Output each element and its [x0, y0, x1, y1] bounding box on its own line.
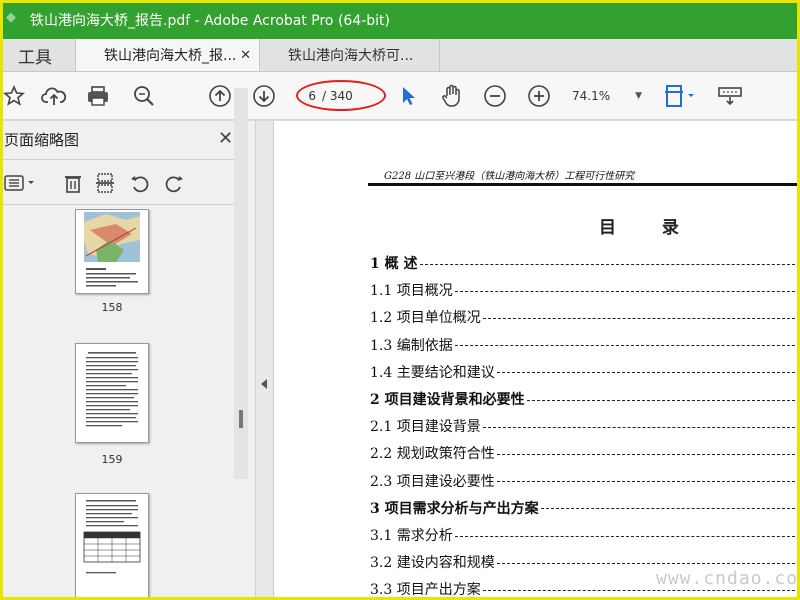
toc-entry-text: 3.1 需求分析: [370, 528, 453, 544]
thumbnail-label: 159: [101, 453, 123, 466]
toc-entry-text: 1 概 述: [370, 256, 418, 272]
document-page: G228 山口至兴港段（铁山港向海大桥）工程可行性研究 目 录 1 概 述 1.1…: [274, 121, 800, 600]
thumbnail-panel-title: 页面缩略图: [4, 131, 80, 149]
toc-entry-text: 2 项目建设背景和必要性: [370, 392, 525, 408]
rotate-right-icon[interactable]: [161, 171, 187, 195]
toc-leader-dashes: [454, 345, 800, 347]
toc-leader-dashes: [482, 589, 800, 591]
toc-entry[interactable]: 1.3 编制依据: [370, 334, 800, 356]
close-panel-icon[interactable]: ✕: [218, 128, 233, 149]
toc-entry-text: 3 项目需求分析与产出方案: [370, 500, 539, 517]
page-fit-icon[interactable]: [660, 82, 700, 110]
toc-entry-text: 1.2 项目单位概况: [370, 310, 481, 327]
tab-bar: 工具 铁山港向海大桥_报... ✕ 铁山港向海大桥可...: [0, 39, 800, 72]
insert-page-icon[interactable]: [92, 171, 118, 195]
print-icon[interactable]: [84, 82, 112, 110]
keyboard-tools-icon[interactable]: [716, 82, 744, 110]
toc-leader-dashes: [482, 426, 800, 428]
thumbnail-tools: [0, 165, 242, 201]
close-tab-icon[interactable]: ✕: [240, 48, 251, 63]
page-thumbnail-159[interactable]: [75, 343, 149, 443]
toc-entry-text: 1.4 主要结论和建议: [370, 364, 495, 381]
tab-tools-label: 工具: [18, 47, 52, 68]
toc-entry-text: 1.1 项目概况: [370, 283, 453, 300]
zoom-dropdown[interactable]: 74.1% ▼: [572, 86, 642, 106]
toc-leader-dashes: [526, 399, 800, 401]
next-page-icon[interactable]: [250, 82, 278, 110]
toc-leader-dashes: [496, 453, 800, 455]
zoom-in-icon[interactable]: [525, 82, 553, 110]
toc-entry-text: 2.1 项目建设背景: [370, 419, 481, 436]
divider: [0, 204, 242, 205]
panel-collapse-handle[interactable]: [256, 121, 274, 600]
watermark: www.cndao.com: [656, 568, 800, 589]
toc-leader-dashes: [540, 508, 800, 510]
tab-document-2[interactable]: 铁山港向海大桥可...: [260, 39, 440, 71]
toc-entry[interactable]: 2.2 规划政策符合性: [370, 442, 800, 464]
tab-document-label: 铁山港向海大桥_报...: [104, 48, 237, 64]
divider: [0, 159, 242, 160]
toc-leader-dashes: [454, 290, 800, 292]
toc-title: 目 录: [599, 218, 699, 238]
chevron-down-icon: ▼: [635, 91, 642, 101]
toolbar: 6 / 340 74.1% ▼: [0, 72, 800, 120]
zoom-value: 74.1%: [572, 89, 611, 103]
tab-document-2-label: 铁山港向海大桥可...: [288, 48, 414, 64]
page-thumbnail-158[interactable]: [75, 209, 149, 294]
hand-tool-icon[interactable]: [438, 82, 466, 110]
delete-page-icon[interactable]: [60, 171, 86, 195]
tab-document-active[interactable]: 铁山港向海大桥_报... ✕: [76, 39, 260, 71]
select-arrow-icon[interactable]: [394, 82, 422, 110]
toc-entry[interactable]: 3 项目需求分析与产出方案: [370, 497, 800, 519]
toc-entry[interactable]: 1.1 项目概况: [370, 279, 800, 301]
toc-entry[interactable]: 1.4 主要结论和建议: [370, 361, 800, 383]
toc-entry-text: 2.2 规划政策符合性: [370, 446, 495, 463]
toc-entry[interactable]: 2 项目建设背景和必要性: [370, 388, 800, 410]
toc-leader-dashes: [496, 562, 800, 564]
page-running-header: G228 山口至兴港段（铁山港向海大桥）工程可行性研究: [384, 171, 635, 182]
toc-entry[interactable]: 1 概 述: [370, 252, 800, 274]
title-bar: ◆ 铁山港向海大桥_报告.pdf - Adobe Acrobat Pro (64…: [0, 0, 800, 39]
window-title: 铁山港向海大桥_报告.pdf - Adobe Acrobat Pro (64-b…: [30, 12, 391, 29]
options-menu-icon[interactable]: [2, 171, 40, 195]
bookmark-star-icon[interactable]: [0, 82, 28, 110]
toc-leader-dashes: [419, 263, 800, 265]
toc-leader-dashes: [454, 535, 800, 537]
toc-entry-text: 2.3 项目建设必要性: [370, 473, 495, 490]
zoom-out-icon[interactable]: [481, 82, 509, 110]
toc-entry[interactable]: 3.1 需求分析: [370, 524, 800, 546]
tab-tools[interactable]: 工具: [0, 39, 76, 71]
page-thumbnail-160[interactable]: [75, 493, 149, 600]
collapse-arrow-icon: [261, 379, 267, 389]
toc-leader-dashes: [482, 317, 800, 319]
header-rule: [368, 183, 800, 186]
rotate-left-icon[interactable]: [127, 171, 153, 195]
toc-leader-dashes: [496, 372, 800, 374]
toc-leader-dashes: [496, 481, 800, 483]
prev-page-icon[interactable]: [206, 82, 234, 110]
toc-entry-text: 3.2 建设内容和规模: [370, 555, 495, 572]
thumbnail-label: 158: [101, 301, 123, 314]
thumbnail-scroll-thumb[interactable]: [239, 410, 243, 428]
toc-entry-text: 1.3 编制依据: [370, 337, 453, 354]
toc-entry[interactable]: 2.3 项目建设必要性: [370, 470, 800, 492]
toc-entry[interactable]: 1.2 项目单位概况: [370, 306, 800, 328]
search-zoom-icon[interactable]: [130, 82, 158, 110]
toc-entry[interactable]: 2.1 项目建设背景: [370, 415, 800, 437]
highlight-ellipse: [296, 80, 386, 111]
upload-cloud-icon[interactable]: [40, 82, 68, 110]
thumbnail-list: 158 159: [0, 209, 232, 600]
acrobat-app-icon: ◆: [6, 9, 16, 25]
toc-entry-text: 3.3 项目产出方案: [370, 582, 481, 599]
